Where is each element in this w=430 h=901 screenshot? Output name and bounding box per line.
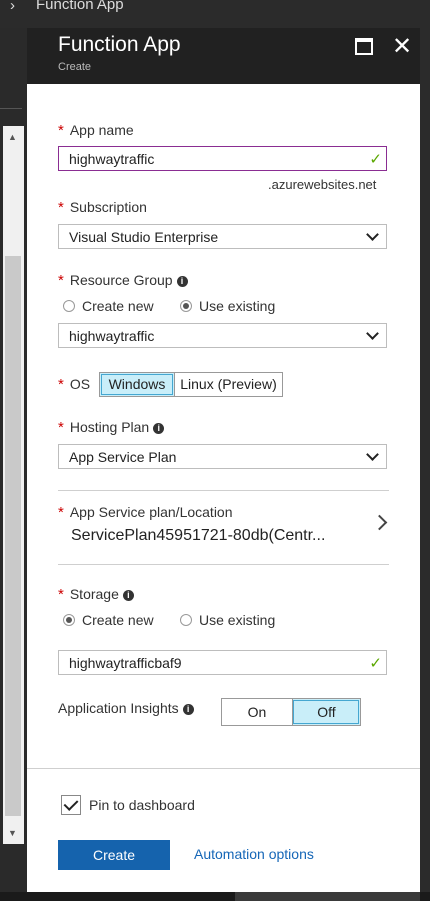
- blade-subtitle: Create: [58, 61, 92, 73]
- resource-group-create-new-radio[interactable]: Create new: [63, 298, 154, 314]
- required-marker: *: [58, 199, 64, 216]
- required-marker: *: [58, 504, 64, 521]
- blade-title: Function App: [58, 33, 181, 56]
- vertical-scrollbar[interactable]: ▲ ▼: [3, 126, 24, 844]
- resource-group-use-existing-radio[interactable]: Use existing: [180, 298, 275, 314]
- close-icon[interactable]: ✕: [392, 32, 412, 61]
- info-icon[interactable]: i: [176, 276, 188, 287]
- pin-to-dashboard-checkbox[interactable]: [61, 795, 81, 815]
- radio-selected-icon: [180, 300, 192, 312]
- hosting-plan-label: * Hosting Plan i: [58, 419, 165, 436]
- os-toggle: Windows Linux (Preview): [99, 372, 283, 397]
- breadcrumb-bar: › Function App: [0, 0, 430, 28]
- required-marker: *: [58, 122, 64, 139]
- radio-icon: [63, 300, 75, 312]
- bottom-bar: [0, 892, 430, 901]
- subscription-select[interactable]: Visual Studio Enterprise: [58, 224, 387, 249]
- chevron-right-icon: ›: [10, 0, 15, 14]
- service-plan-selector[interactable]: * App Service plan/Location ServicePlan45…: [58, 504, 388, 554]
- os-option-linux[interactable]: Linux (Preview): [174, 373, 282, 396]
- service-plan-value: ServicePlan45951721-80db(Centr...: [71, 527, 326, 544]
- valid-check-icon: ✓: [369, 151, 382, 168]
- app-name-label: * App name: [58, 122, 134, 139]
- resource-group-select[interactable]: highwaytraffic: [58, 323, 387, 348]
- hosting-plan-select[interactable]: App Service Plan: [58, 444, 387, 469]
- breadcrumb-current[interactable]: Function App: [36, 0, 124, 13]
- os-label: * OS: [58, 376, 91, 393]
- required-marker: *: [58, 586, 64, 603]
- app-insights-toggle: On Off: [221, 698, 361, 726]
- storage-create-new-radio[interactable]: Create new: [63, 612, 154, 628]
- app-insights-label: Application Insights i: [58, 700, 194, 716]
- app-insights-off[interactable]: Off: [292, 699, 360, 725]
- resource-group-label: * Resource Group i: [58, 272, 188, 289]
- app-name-input[interactable]: highwaytraffic ✓: [58, 146, 387, 171]
- chevron-down-icon: [366, 445, 380, 467]
- storage-name-input[interactable]: highwaytrafficbaf9 ✓: [58, 650, 387, 675]
- storage-label: * Storage i: [58, 586, 134, 603]
- chevron-down-icon: [366, 225, 380, 247]
- scroll-up-icon[interactable]: ▲: [8, 132, 17, 142]
- info-icon[interactable]: i: [153, 423, 165, 434]
- divider: [58, 564, 389, 565]
- divider: [58, 490, 389, 491]
- create-button[interactable]: Create: [58, 840, 170, 870]
- scrollbar-thumb[interactable]: [5, 256, 21, 816]
- automation-options-link[interactable]: Automation options: [194, 846, 314, 862]
- service-plan-label: * App Service plan/Location: [58, 504, 233, 521]
- storage-use-existing-radio[interactable]: Use existing: [180, 612, 275, 628]
- info-icon[interactable]: i: [182, 704, 194, 715]
- footer-divider: [27, 768, 420, 769]
- info-icon[interactable]: i: [122, 590, 134, 601]
- pin-to-dashboard-label: Pin to dashboard: [89, 797, 195, 813]
- subscription-label: * Subscription: [58, 199, 147, 216]
- bottom-bar-segment: [235, 892, 420, 901]
- chevron-down-icon: [366, 324, 380, 346]
- required-marker: *: [58, 376, 64, 393]
- app-insights-on[interactable]: On: [222, 699, 292, 725]
- required-marker: *: [58, 419, 64, 436]
- blade-header: Function App Create ✕: [27, 28, 420, 84]
- valid-check-icon: ✓: [369, 655, 382, 672]
- os-option-windows[interactable]: Windows: [100, 373, 174, 396]
- maximize-icon[interactable]: [355, 38, 373, 55]
- required-marker: *: [58, 272, 64, 289]
- radio-selected-icon: [63, 614, 75, 626]
- right-edge: [420, 28, 430, 901]
- scroll-down-icon[interactable]: ▼: [8, 828, 17, 838]
- create-function-app-blade: * App name highwaytraffic ✓ .azurewebsite…: [27, 84, 420, 892]
- radio-icon: [180, 614, 192, 626]
- app-name-suffix: .azurewebsites.net: [268, 177, 377, 192]
- divider: [0, 108, 22, 109]
